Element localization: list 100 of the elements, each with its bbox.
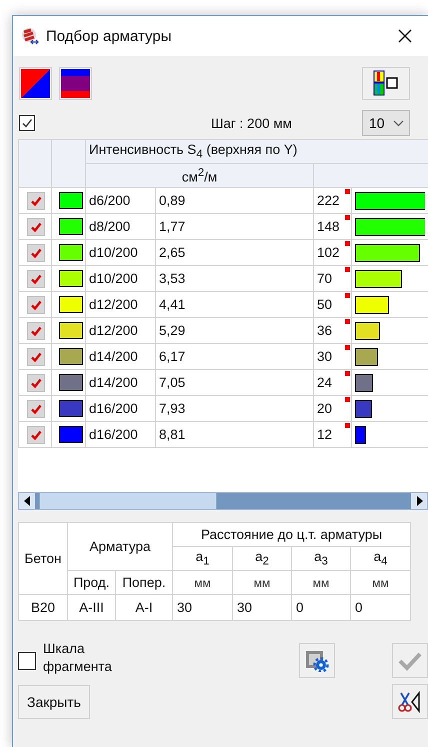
palette-button[interactable] xyxy=(362,66,410,100)
marker-icon xyxy=(345,267,350,272)
unit-header: см$^{2}$/м xyxy=(86,164,314,188)
table-cell: d16/200 xyxy=(86,396,156,422)
column-header: Бетон xyxy=(18,522,68,594)
scissors-icon xyxy=(398,690,422,712)
table-cell: 50 xyxy=(317,297,332,312)
table-cell: d10/200 xyxy=(86,240,156,266)
table-cell: А-III xyxy=(68,594,116,620)
column-header: Попер. xyxy=(116,570,172,594)
color-mode-button[interactable] xyxy=(19,66,52,100)
row-checkbox[interactable] xyxy=(27,400,45,418)
check-icon xyxy=(30,376,42,388)
gradient-mode-button[interactable] xyxy=(59,66,92,100)
table-cell: 7,05 xyxy=(156,370,314,396)
table-cell: 2,65 xyxy=(156,240,314,266)
row-checkbox[interactable] xyxy=(27,218,45,236)
column-header: Прод. xyxy=(68,570,116,594)
count-select[interactable]: 10 xyxy=(362,110,410,136)
close-icon[interactable] xyxy=(398,29,412,43)
unit-label: мм xyxy=(172,570,232,594)
checkmark-icon xyxy=(398,650,422,670)
check-icon xyxy=(30,324,42,336)
table-cell: d14/200 xyxy=(86,370,156,396)
row-checkbox[interactable] xyxy=(27,244,45,262)
marker-icon xyxy=(345,397,350,402)
settings-icon xyxy=(305,650,329,672)
marker-icon xyxy=(345,215,350,220)
table-cell: 70 xyxy=(317,271,332,286)
check-icon xyxy=(30,220,42,232)
check-icon xyxy=(30,402,42,414)
palette-icon xyxy=(373,70,399,96)
column-header: a$_{4}$ xyxy=(350,546,411,570)
column-header: Арматура xyxy=(68,522,172,570)
table-cell: d6/200 xyxy=(86,188,156,214)
table-cell: 0,89 xyxy=(156,188,314,214)
row-checkbox[interactable] xyxy=(27,192,45,210)
diagonal-fill-icon xyxy=(21,68,50,98)
check-icon xyxy=(30,350,42,362)
table-cell: 3,53 xyxy=(156,266,314,292)
table-cell: 30 xyxy=(317,349,332,364)
table-cell: 148 xyxy=(317,219,340,234)
close-button[interactable]: Закрыть xyxy=(18,684,90,718)
table-cell: А-I xyxy=(116,594,172,620)
row-checkbox[interactable] xyxy=(27,426,45,444)
unit-label: мм xyxy=(232,570,292,594)
cut-button[interactable] xyxy=(392,684,428,719)
column-header: a$_{1}$ xyxy=(172,546,232,570)
table-cell: d10/200 xyxy=(86,266,156,292)
scroll-left-icon xyxy=(24,496,30,506)
marker-icon xyxy=(345,293,350,298)
check-icon xyxy=(30,428,42,440)
marker-icon xyxy=(345,189,350,194)
table-cell: 102 xyxy=(317,245,340,260)
settings-button[interactable] xyxy=(299,643,335,678)
marker-icon xyxy=(345,345,350,350)
column-header: Расстояние до ц.т. арматуры xyxy=(172,522,411,546)
row-checkbox[interactable] xyxy=(27,296,45,314)
marker-icon xyxy=(345,423,350,428)
step-label: Шаг : 200 мм xyxy=(211,116,292,130)
check-icon xyxy=(21,117,33,129)
table-cell: 222 xyxy=(317,193,340,208)
checkbox[interactable] xyxy=(19,115,35,131)
table-cell: 8,81 xyxy=(156,422,314,448)
unit-label: мм xyxy=(292,570,350,594)
table-cell: d12/200 xyxy=(86,292,156,318)
row-checkbox[interactable] xyxy=(27,322,45,340)
window-title: Подбор арматуры xyxy=(46,28,172,44)
table-cell: 0 xyxy=(292,594,350,620)
table-cell: 20 xyxy=(317,401,332,416)
marker-icon xyxy=(345,241,350,246)
checkbox[interactable] xyxy=(18,652,36,670)
table-cell: 4,41 xyxy=(156,292,314,318)
table-cell: d16/200 xyxy=(86,422,156,448)
row-checkbox[interactable] xyxy=(27,348,45,366)
check-icon xyxy=(30,194,42,206)
table-cell: В20 xyxy=(18,594,68,620)
marker-icon xyxy=(345,371,350,376)
horizontal-scrollbar[interactable] xyxy=(18,492,428,510)
row-checkbox[interactable] xyxy=(27,270,45,288)
table-cell: 12 xyxy=(317,427,332,442)
table-cell: 24 xyxy=(317,375,332,390)
table-cell: 30 xyxy=(232,594,292,620)
table-cell: 1,77 xyxy=(156,214,314,240)
table-cell: 0 xyxy=(350,594,411,620)
column-header: a$_{3}$ xyxy=(292,546,350,570)
column-header: Интенсивность S$_{4}$ (верхняя по Y) xyxy=(86,140,428,164)
table-cell: d8/200 xyxy=(86,214,156,240)
table-cell: d12/200 xyxy=(86,318,156,344)
striped-fill-icon xyxy=(61,68,90,98)
check-icon xyxy=(30,298,42,310)
checkbox-label: Шкала фрагмента xyxy=(43,640,113,676)
table-cell: 36 xyxy=(317,323,332,338)
row-checkbox[interactable] xyxy=(27,374,45,392)
table-cell: 6,17 xyxy=(156,344,314,370)
check-icon xyxy=(30,246,42,258)
app-icon xyxy=(21,27,39,45)
table-cell: d14/200 xyxy=(86,344,156,370)
table-cell: 30 xyxy=(172,594,232,620)
unit-label: мм xyxy=(350,570,411,594)
